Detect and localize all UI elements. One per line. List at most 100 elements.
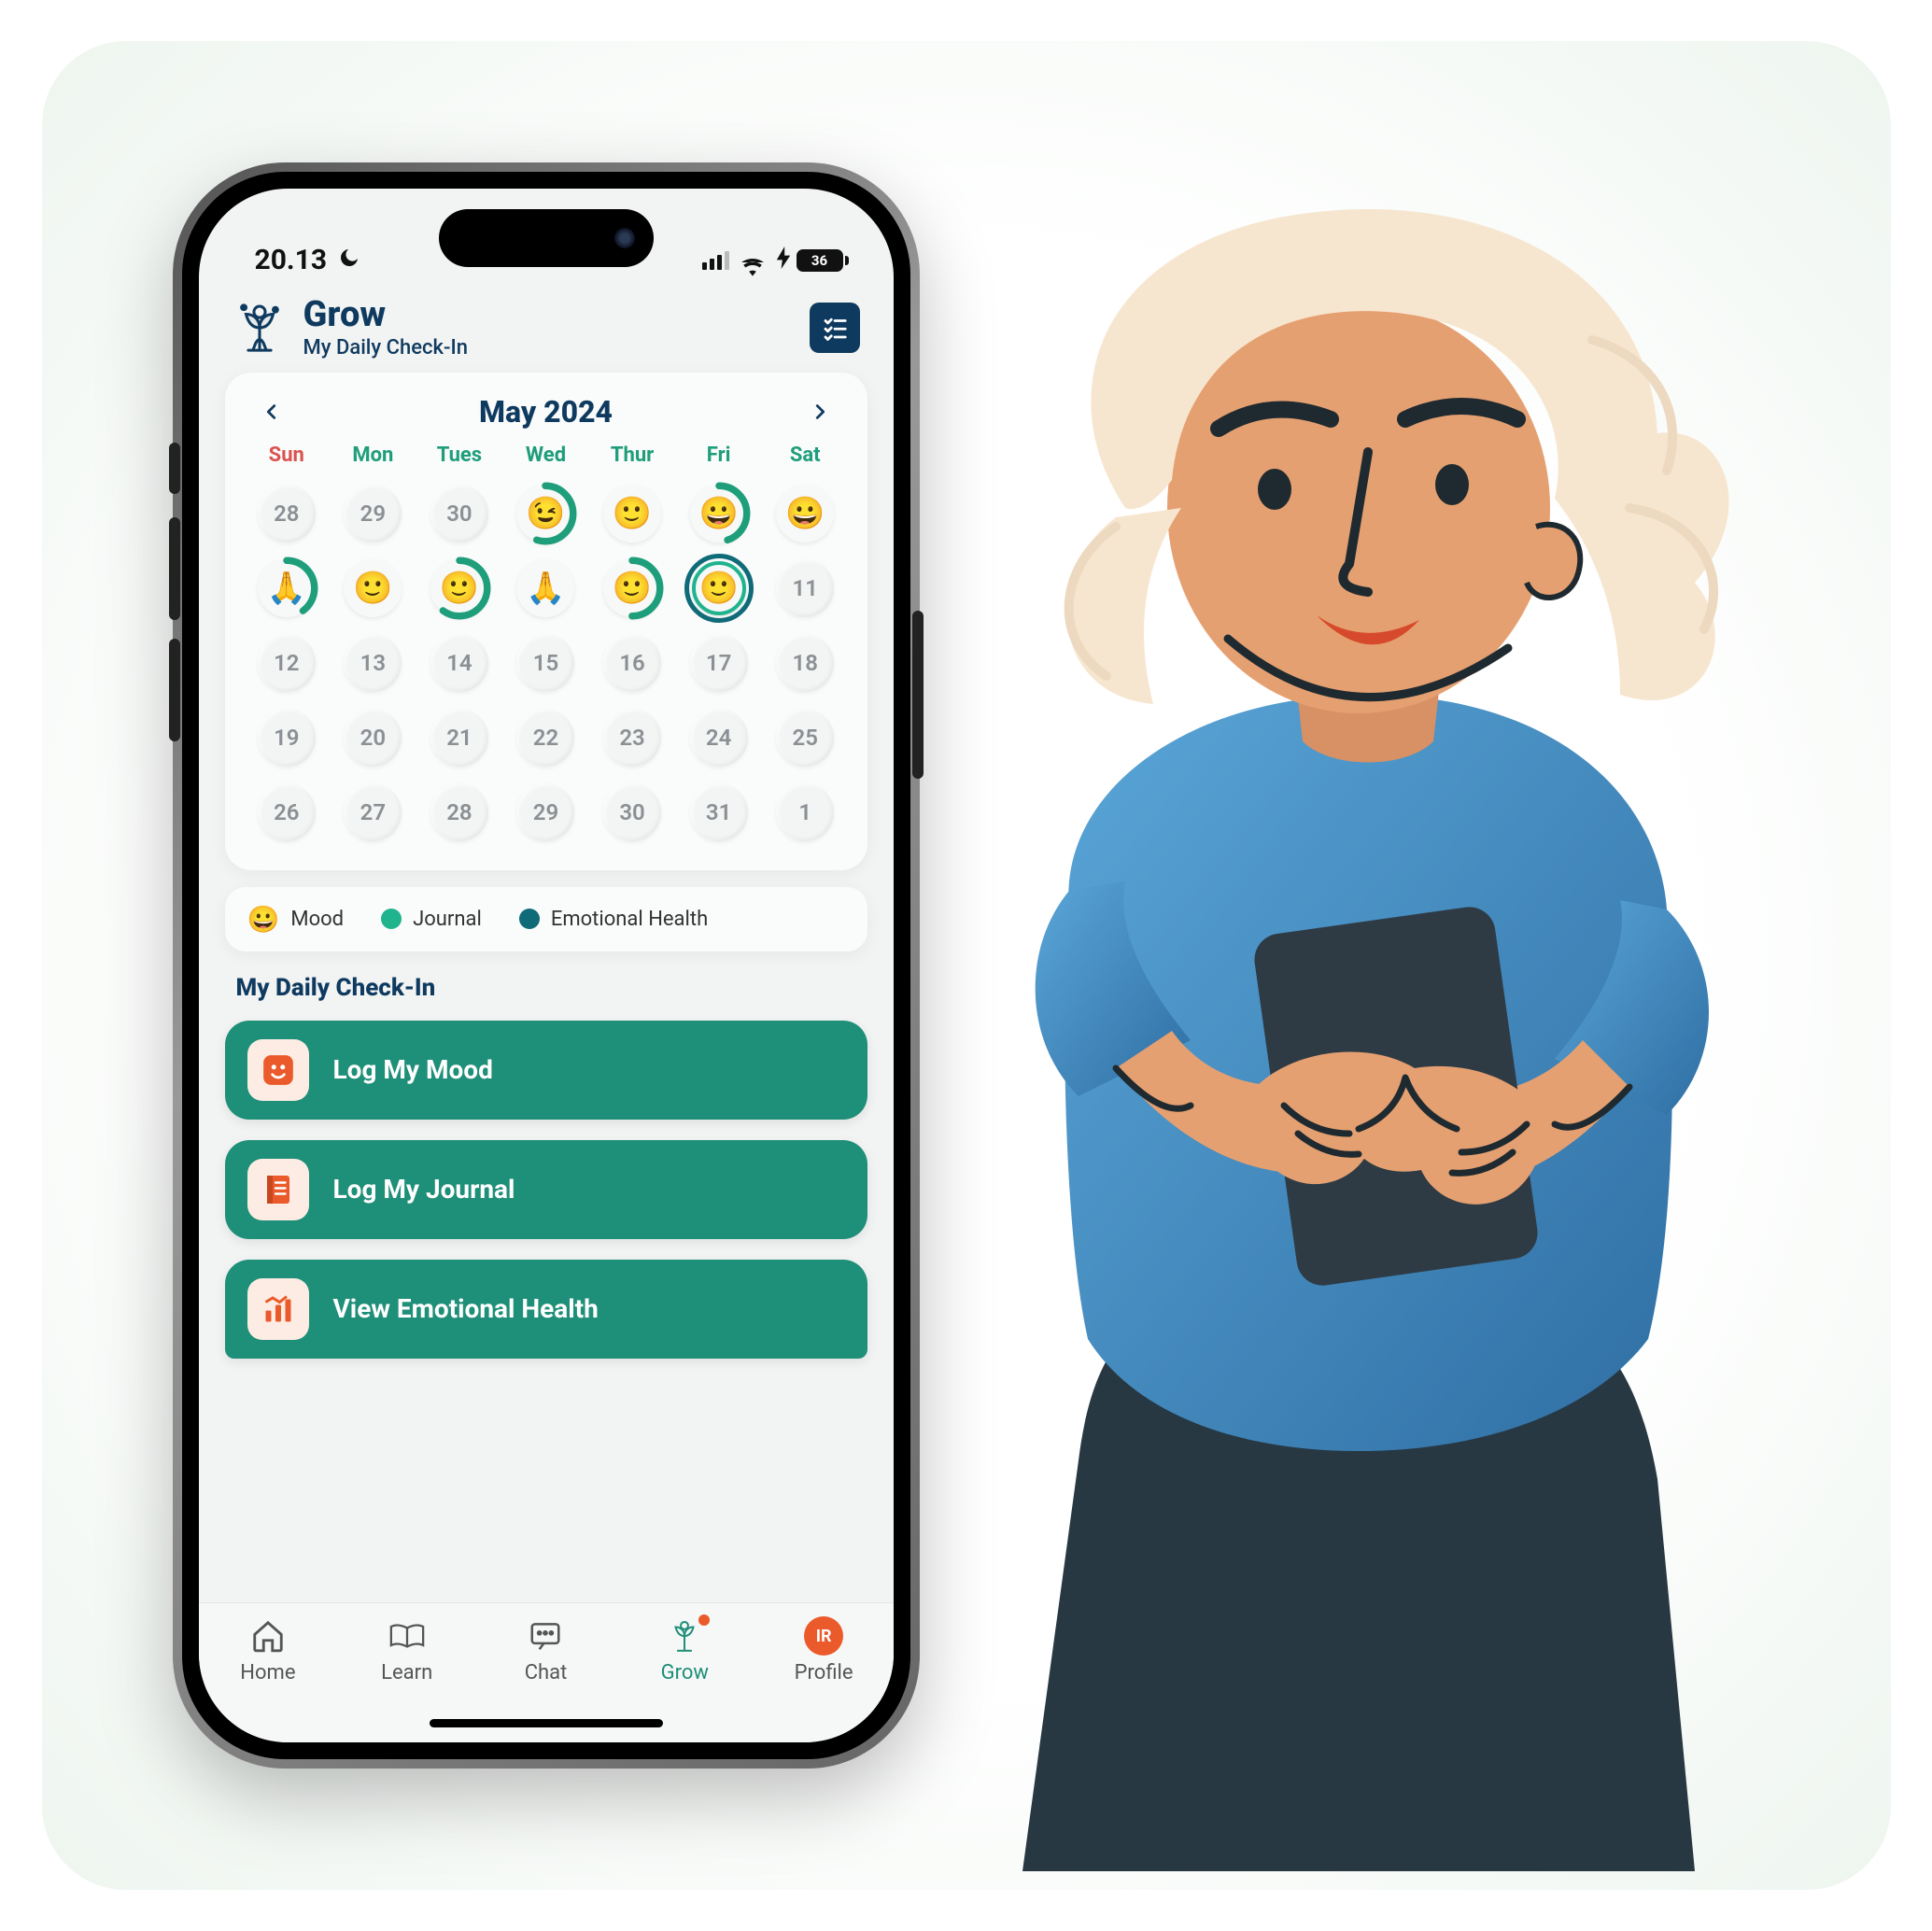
nav-chat[interactable]: Chat (476, 1616, 615, 1684)
calendar-day[interactable]: 31 (675, 775, 762, 850)
journal-icon (247, 1159, 309, 1220)
calendar-card: May 2024 SunMonTuesWedThurFriSat 282930😉… (225, 373, 867, 870)
person-illustration (882, 172, 1835, 1871)
home-icon (248, 1616, 288, 1656)
calendar-day[interactable]: 12 (244, 626, 331, 700)
nav-label: Home (240, 1661, 295, 1684)
avatar-icon: IR (804, 1616, 843, 1656)
app-header: Grow My Daily Check-In (199, 282, 894, 363)
wifi-icon (740, 251, 765, 270)
calendar-day[interactable]: 18 (762, 626, 849, 700)
calendar-day[interactable]: 🙏 (502, 551, 589, 626)
calendar-body: 282930😉🙂😀😀🙏🙂🙂🙏🙂🙂111213141516171819202122… (244, 476, 849, 850)
calendar-day[interactable]: 21 (416, 700, 503, 775)
phone-vol-up (169, 517, 180, 620)
calendar-dow: Wed (502, 444, 589, 467)
calendar-title: May 2024 (479, 394, 613, 430)
calendar-day[interactable]: 23 (589, 700, 676, 775)
nav-label: Profile (795, 1661, 853, 1684)
calendar-dow-row: SunMonTuesWedThurFriSat (244, 438, 849, 476)
nav-label: Grow (661, 1661, 709, 1684)
calendar-dow: Sat (762, 444, 849, 467)
phone-mute-switch (169, 443, 180, 494)
log-mood-button[interactable]: Log My Mood (225, 1021, 867, 1120)
calendar-day[interactable]: 15 (502, 626, 589, 700)
calendar-day[interactable]: 16 (589, 626, 676, 700)
cell-signal-icon (702, 251, 729, 270)
calendar-day[interactable]: 19 (244, 700, 331, 775)
calendar-day[interactable]: 30 (589, 775, 676, 850)
calendar-day[interactable]: 11 (762, 551, 849, 626)
cal-prev-button[interactable] (253, 393, 290, 430)
calendar-day[interactable]: 22 (502, 700, 589, 775)
calendar-dow: Tues (416, 444, 503, 467)
calendar-day[interactable]: 🙂 (675, 551, 762, 626)
chart-icon (247, 1278, 309, 1340)
calendar-day[interactable]: 20 (330, 700, 416, 775)
phone-device: 20.13 36 (173, 162, 920, 1769)
calendar-day[interactable]: 17 (675, 626, 762, 700)
calendar-day[interactable]: 1 (762, 775, 849, 850)
nav-learn[interactable]: Learn (337, 1616, 476, 1684)
legend-emotional: Emotional Health (519, 908, 708, 931)
nav-grow[interactable]: Grow (615, 1616, 754, 1684)
action-label: Log My Journal (333, 1174, 515, 1205)
moon-icon (338, 244, 360, 276)
phone-screen: 20.13 36 (199, 189, 894, 1742)
promo-card: 20.13 36 (42, 41, 1891, 1890)
cal-next-button[interactable] (801, 393, 839, 430)
legend-mood: 😀Mood (247, 904, 345, 935)
checklist-button[interactable] (810, 303, 860, 353)
mood-icon (247, 1039, 309, 1101)
home-indicator[interactable] (430, 1719, 663, 1727)
calendar-legend: 😀Mood Journal Emotional Health (225, 887, 867, 951)
calendar-day[interactable]: 😀 (762, 476, 849, 551)
nav-label: Learn (381, 1661, 432, 1684)
charging-icon (776, 244, 791, 276)
calendar-day[interactable]: 28 (244, 476, 331, 551)
calendar-day[interactable]: 26 (244, 775, 331, 850)
section-title: My Daily Check-In (225, 968, 867, 1004)
calendar-day[interactable]: 🙂 (589, 476, 676, 551)
calendar-day[interactable]: 🙂 (589, 551, 676, 626)
legend-mood-label: Mood (290, 908, 344, 931)
view-emo-button[interactable]: View Emotional Health (225, 1260, 867, 1359)
calendar-day[interactable]: 🙂 (416, 551, 503, 626)
action-list: Log My Mood Log My Journal (225, 1021, 867, 1349)
calendar-dow: Sun (244, 444, 331, 467)
calendar-day[interactable]: 28 (416, 775, 503, 850)
calendar-day[interactable]: 30 (416, 476, 503, 551)
action-label: Log My Mood (333, 1054, 493, 1085)
page-title: Grow (303, 297, 468, 334)
action-label: View Emotional Health (333, 1293, 599, 1324)
dot-icon (519, 909, 540, 929)
calendar-day[interactable]: 24 (675, 700, 762, 775)
calendar-day[interactable]: 13 (330, 626, 416, 700)
nav-home[interactable]: Home (199, 1616, 338, 1684)
legend-journal: Journal (381, 908, 482, 931)
calendar-day[interactable]: 27 (330, 775, 416, 850)
calendar-dow: Thur (589, 444, 676, 467)
dot-icon (381, 909, 402, 929)
app-logo-icon (233, 301, 287, 355)
notification-dot-icon (698, 1614, 710, 1626)
calendar-day[interactable]: 😉 (502, 476, 589, 551)
calendar-day[interactable]: 🙂 (330, 551, 416, 626)
status-time: 20.13 (255, 244, 328, 276)
calendar-dow: Mon (330, 444, 416, 467)
calendar-day[interactable]: 😀 (675, 476, 762, 551)
nav-profile[interactable]: IR Profile (754, 1616, 894, 1684)
bottom-nav: Home Learn Chat (199, 1602, 894, 1742)
nav-label: Chat (525, 1661, 568, 1684)
chat-icon (526, 1616, 565, 1656)
calendar-dow: Fri (675, 444, 762, 467)
book-icon (388, 1616, 427, 1656)
calendar-day[interactable]: 25 (762, 700, 849, 775)
page-subtitle: My Daily Check-In (303, 336, 468, 359)
calendar-day[interactable]: 29 (502, 775, 589, 850)
calendar-day[interactable]: 29 (330, 476, 416, 551)
log-journal-button[interactable]: Log My Journal (225, 1140, 867, 1239)
dynamic-island (439, 209, 654, 267)
calendar-day[interactable]: 🙏 (244, 551, 331, 626)
calendar-day[interactable]: 14 (416, 626, 503, 700)
